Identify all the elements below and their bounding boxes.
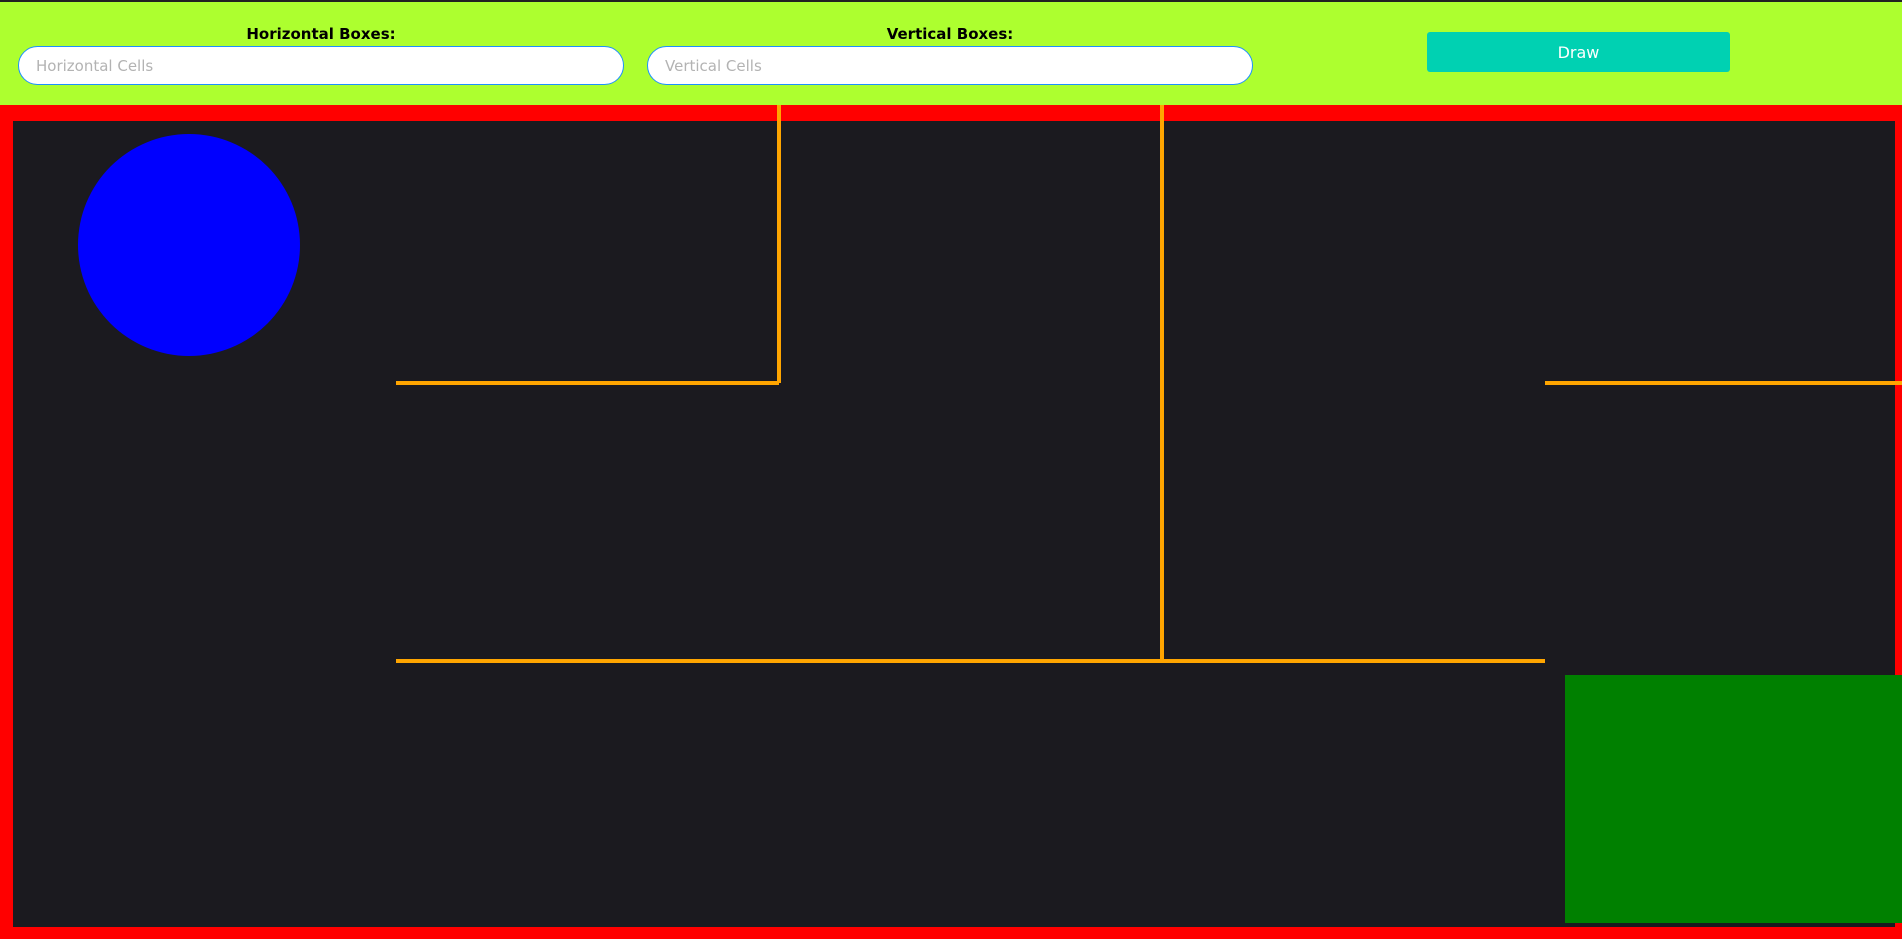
- goal-square: [1565, 675, 1902, 923]
- draw-button[interactable]: Draw: [1427, 32, 1730, 72]
- vertical-boxes-label: Vertical Boxes:: [886, 25, 1014, 43]
- horizontal-boxes-label: Horizontal Boxes:: [246, 25, 396, 43]
- vertical-field-group: Vertical Boxes:: [647, 24, 1253, 85]
- vertical-cells-input[interactable]: [647, 46, 1253, 85]
- maze-drawing: [78, 105, 1902, 923]
- player-ball: [78, 134, 300, 356]
- horizontal-cells-input[interactable]: [18, 46, 624, 85]
- toolbar: Horizontal Boxes: Vertical Boxes: Draw: [0, 2, 1902, 105]
- horizontal-field-group: Horizontal Boxes:: [18, 24, 624, 85]
